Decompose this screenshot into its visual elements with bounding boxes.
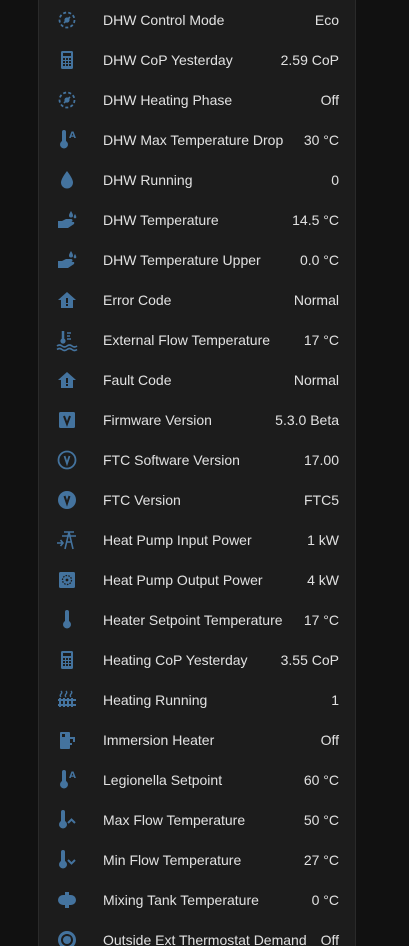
thermometer-water-icon: [55, 328, 79, 352]
water-boiler-icon: [55, 728, 79, 752]
entity-row[interactable]: DHW Temperature Upper 0.0 °C: [39, 240, 355, 280]
hand-water-icon: [55, 248, 79, 272]
thermometer-chevron-up-icon: [55, 808, 79, 832]
entity-name: DHW CoP Yesterday: [103, 52, 233, 68]
thermometer-icon: [55, 608, 79, 632]
entity-state: Normal: [293, 372, 339, 388]
entity-name: FTC Software Version: [103, 452, 240, 468]
entity-state: 4 kW: [307, 572, 339, 588]
entities-card: DHW Control Mode Eco DHW CoP Yesterday 2.59…: [38, 0, 356, 946]
entity-name: Outside Ext Thermostat Demand: [103, 932, 307, 946]
entity-name: Fault Code: [103, 372, 172, 388]
svg-text:A: A: [69, 771, 76, 781]
entity-state: Off: [320, 732, 339, 748]
entity-state: Off: [320, 92, 339, 108]
alpha-v-circle-outline-icon: [55, 448, 79, 472]
entity-row[interactable]: Heating Running 1: [39, 680, 355, 720]
entity-name: DHW Max Temperature Drop: [103, 132, 284, 148]
entity-row[interactable]: Immersion Heater Off: [39, 720, 355, 760]
entity-state: 60 °C: [303, 772, 339, 788]
alpha-v-circle-icon: [55, 488, 79, 512]
entity-row[interactable]: Heating CoP Yesterday 3.55 CoP: [39, 640, 355, 680]
entity-name: Heat Pump Output Power: [103, 572, 263, 588]
entity-row[interactable]: Max Flow Temperature 50 °C: [39, 800, 355, 840]
entity-state: Eco: [314, 12, 339, 28]
entity-name: DHW Running: [103, 172, 193, 188]
entity-name: FTC Version: [103, 492, 181, 508]
entity-row[interactable]: DHW Temperature 14.5 °C: [39, 200, 355, 240]
heat-pump-icon: [55, 568, 79, 592]
water-drop-icon: [55, 168, 79, 192]
entity-state: 0.0 °C: [299, 252, 339, 268]
entity-name: External Flow Temperature: [103, 332, 271, 348]
entity-row[interactable]: DHW Heating Phase Off: [39, 80, 355, 120]
entity-row[interactable]: Heater Setpoint Temperature 17 °C: [39, 600, 355, 640]
entity-name: DHW Control Mode: [103, 12, 225, 28]
sun-dots-icon: [55, 8, 79, 32]
entity-state: 1 kW: [307, 532, 339, 548]
entity-row[interactable]: Heat Pump Output Power 4 kW: [39, 560, 355, 600]
entity-state: 17 °C: [303, 332, 339, 348]
entity-name: DHW Temperature: [103, 212, 219, 228]
entity-state: 2.59 CoP: [280, 52, 339, 68]
entity-row[interactable]: Outside Ext Thermostat Demand Off: [39, 920, 355, 946]
entity-state: 14.5 °C: [292, 212, 339, 228]
entity-row[interactable]: A DHW Max Temperature Drop 30 °C: [39, 120, 355, 160]
thermometer-chevron-down-icon: [55, 848, 79, 872]
entity-row[interactable]: Min Flow Temperature 27 °C: [39, 840, 355, 880]
entity-state: 17 °C: [303, 612, 339, 628]
entity-state: 50 °C: [303, 812, 339, 828]
entity-row[interactable]: Fault Code Normal: [39, 360, 355, 400]
entity-state: Off: [320, 932, 339, 946]
entity-state: 1: [331, 692, 339, 708]
alpha-v-box-icon: [55, 408, 79, 432]
entity-state: Normal: [293, 292, 339, 308]
entity-state: 0 °C: [311, 892, 339, 908]
calculator-icon: [55, 648, 79, 672]
sun-dots-icon: [55, 88, 79, 112]
transmission-tower-import-icon: [55, 528, 79, 552]
entity-name: Heater Setpoint Temperature: [103, 612, 283, 628]
entity-row[interactable]: A Legionella Setpoint 60 °C: [39, 760, 355, 800]
storage-tank-icon: [55, 888, 79, 912]
entity-name: Legionella Setpoint: [103, 772, 223, 788]
entity-name: Heating CoP Yesterday: [103, 652, 248, 668]
entity-name: Heat Pump Input Power: [103, 532, 252, 548]
thermostat-icon: [55, 928, 79, 946]
entity-row[interactable]: DHW CoP Yesterday 2.59 CoP: [39, 40, 355, 80]
thermometer-a-icon: A: [55, 128, 79, 152]
entity-state: 30 °C: [303, 132, 339, 148]
entity-name: Firmware Version: [103, 412, 212, 428]
thermometer-a-icon: A: [55, 768, 79, 792]
entity-state: 3.55 CoP: [280, 652, 339, 668]
entity-row[interactable]: Mixing Tank Temperature 0 °C: [39, 880, 355, 920]
entity-name: Immersion Heater: [103, 732, 215, 748]
home-alert-icon: [55, 288, 79, 312]
entity-row[interactable]: DHW Control Mode Eco: [39, 0, 355, 40]
entity-row[interactable]: Heat Pump Input Power 1 kW: [39, 520, 355, 560]
home-alert-icon: [55, 368, 79, 392]
entity-row[interactable]: FTC Software Version 17.00: [39, 440, 355, 480]
hand-water-icon: [55, 208, 79, 232]
entity-name: Mixing Tank Temperature: [103, 892, 259, 908]
entity-row[interactable]: Firmware Version 5.3.0 Beta: [39, 400, 355, 440]
entity-row[interactable]: DHW Running 0: [39, 160, 355, 200]
calculator-icon: [55, 48, 79, 72]
entity-name: DHW Heating Phase: [103, 92, 233, 108]
entity-row[interactable]: Error Code Normal: [39, 280, 355, 320]
radiator-icon: [55, 688, 79, 712]
entity-name: Min Flow Temperature: [103, 852, 242, 868]
entity-state: 17.00: [303, 452, 339, 468]
entity-state: 5.3.0 Beta: [275, 412, 339, 428]
entity-name: Max Flow Temperature: [103, 812, 246, 828]
entity-row[interactable]: External Flow Temperature 17 °C: [39, 320, 355, 360]
svg-text:A: A: [69, 131, 76, 141]
entity-name: Heating Running: [103, 692, 208, 708]
entity-row[interactable]: FTC Version FTC5: [39, 480, 355, 520]
entity-state: FTC5: [304, 492, 339, 508]
entity-state: 27 °C: [303, 852, 339, 868]
entity-name: Error Code: [103, 292, 172, 308]
entity-name: DHW Temperature Upper: [103, 252, 261, 268]
entity-state: 0: [331, 172, 339, 188]
